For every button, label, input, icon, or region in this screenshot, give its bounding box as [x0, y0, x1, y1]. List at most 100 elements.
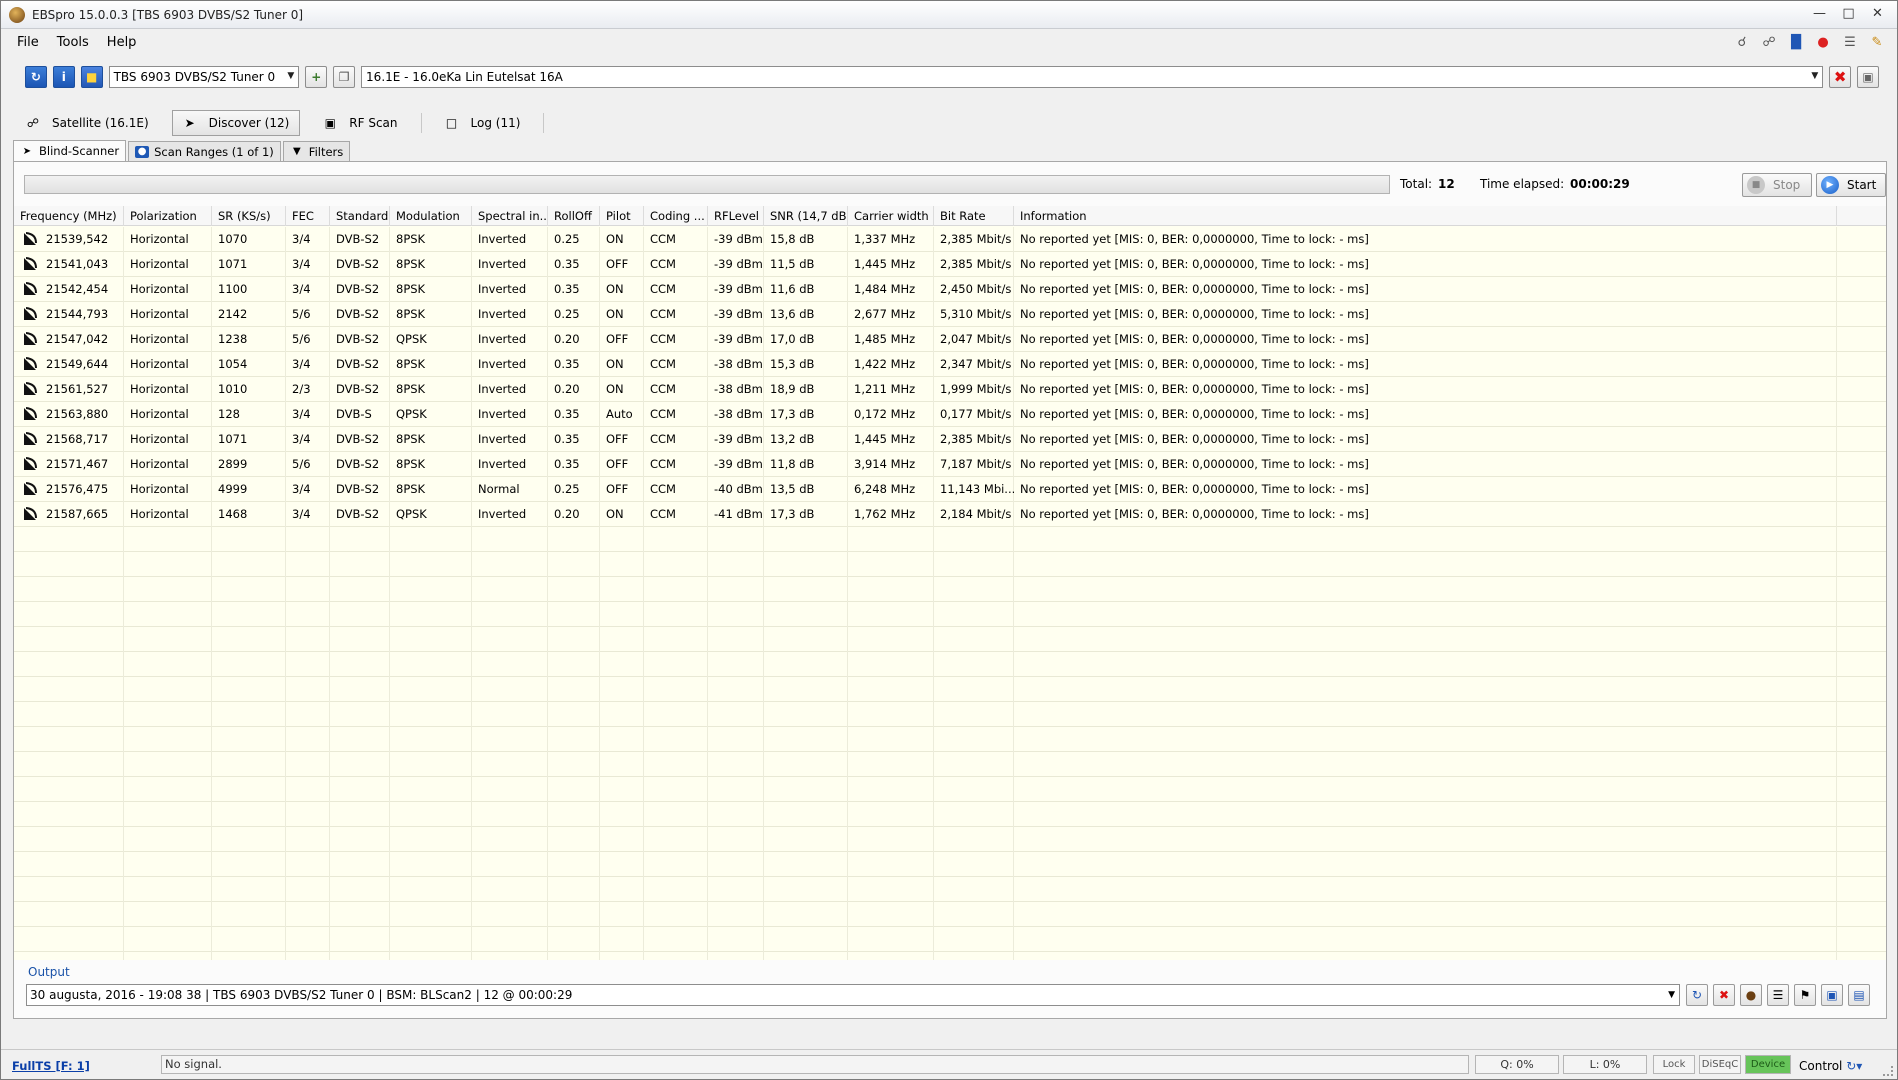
table-cell: ON [606, 382, 624, 396]
document-icon: □ [445, 116, 458, 130]
column-header[interactable]: SR (KS/s) [212, 206, 286, 226]
table-row[interactable]: 21541,043 Horizontal 1071 3/4 DVB-S2 8PSK Inve… [14, 252, 1886, 277]
table-cell: 3,914 MHz [854, 457, 916, 471]
table-cell: Horizontal [130, 307, 189, 321]
table-cell: 2,347 Mbit/s [940, 357, 1012, 371]
tab-blind-scanner[interactable]: ➤ Blind-Scanner [13, 140, 127, 161]
delete-icon[interactable]: ✖ [1713, 984, 1735, 1006]
table-row[interactable]: 21563,880 Horizontal 128 3/4 DVB-S QPSK Invert… [14, 402, 1886, 427]
table-cell: 2899 [218, 457, 248, 471]
table-cell: Horizontal [130, 357, 189, 371]
new-button[interactable]: + [305, 66, 328, 88]
tab-scan-ranges[interactable]: ● Scan Ranges (1 of 1) [128, 141, 281, 161]
info-button[interactable]: i [52, 66, 75, 88]
column-header[interactable]: RFLevel [708, 206, 764, 226]
column-header[interactable]: Frequency (MHz) [14, 206, 124, 226]
satellite-select[interactable]: 16.1E - 16.0eKa Lin Eutelsat 16A ▼ [361, 66, 1824, 88]
chart-icon[interactable]: █ [1786, 33, 1806, 51]
output-select[interactable]: 30 augusta, 2016 - 19:08 38 | TBS 6903 D… [26, 984, 1680, 1006]
column-header[interactable]: Carrier width [848, 206, 934, 226]
table-cell: No reported yet [MIS: 0, BER: 0,0000000,… [1020, 457, 1369, 471]
menu-tools[interactable]: Tools [57, 35, 89, 50]
table-cell: OFF [606, 482, 629, 496]
tab-filters[interactable]: ▼ Filters [282, 141, 351, 161]
table-row[interactable]: 21544,793 Horizontal 2142 5/6 DVB-S2 8PSK Inve… [14, 302, 1886, 327]
table-row[interactable]: 21539,542 Horizontal 1070 3/4 DVB-S2 8PSK Inve… [14, 227, 1886, 252]
table-row[interactable]: 21587,665 Horizontal 1468 3/4 DVB-S2 QPSK Inve… [14, 502, 1886, 527]
table-row[interactable]: 21547,042 Horizontal 1238 5/6 DVB-S2 QPSK Inve… [14, 327, 1886, 352]
table-row[interactable]: 21576,475 Horizontal 4999 3/4 DVB-S2 8PSK Norm… [14, 477, 1886, 502]
satellite-dish-icon: ☍ [26, 116, 40, 130]
column-header[interactable]: RollOff [548, 206, 600, 226]
table-cell: 0.25 [554, 232, 580, 246]
minimize-icon[interactable]: — [1806, 3, 1833, 23]
table-cell: OFF [606, 432, 629, 446]
record-icon[interactable]: ● [1813, 33, 1833, 51]
delete-button[interactable]: ✖ [1829, 66, 1852, 88]
maximize-icon[interactable]: □ [1835, 3, 1862, 23]
column-header[interactable]: Pilot [600, 206, 644, 226]
brush-icon[interactable]: ✎ [1867, 33, 1887, 51]
export-icon[interactable]: ▤ [1848, 984, 1870, 1006]
start-button[interactable]: ▶ Start [1816, 173, 1886, 197]
list-icon[interactable]: ☰ [1767, 984, 1789, 1006]
scan-ranges-icon: ● [135, 145, 150, 158]
refresh-icon[interactable]: ↻ [1686, 984, 1708, 1006]
tab-blind-scanner-label: Blind-Scanner [39, 144, 120, 158]
table-cell: 21568,717 [46, 432, 109, 446]
save-icon[interactable]: ▣ [1821, 984, 1843, 1006]
table-cell: -41 dBm [714, 507, 763, 521]
list-icon[interactable]: ☰ [1840, 33, 1860, 51]
column-header[interactable]: Coding ... [644, 206, 708, 226]
table-cell: 0.25 [554, 482, 580, 496]
table-cell: 1,422 MHz [854, 357, 916, 371]
close-icon[interactable]: ✕ [1864, 3, 1891, 23]
table-row[interactable]: 21568,717 Horizontal 1071 3/4 DVB-S2 8PSK Inve… [14, 427, 1886, 452]
table-cell: 8PSK [396, 457, 426, 471]
satellite-dish-icon [24, 307, 37, 320]
blind-scanner-panel: Total: 12 Time elapsed: 00:00:29 ■ Stop … [13, 161, 1887, 1019]
menu-help[interactable]: Help [107, 35, 137, 50]
table-cell: 5/6 [292, 332, 311, 346]
tab-discover[interactable]: ➤ Discover (12) [171, 110, 301, 136]
lock-button[interactable]: ■ [80, 66, 103, 88]
column-header[interactable]: Information [1014, 206, 1837, 226]
table-cell: 1100 [218, 282, 248, 296]
control-menu[interactable]: Control ↻▾ [1799, 1059, 1862, 1073]
column-header[interactable]: FEC [286, 206, 330, 226]
search-icon[interactable]: ☌ [1732, 33, 1752, 51]
table-cell: 0.20 [554, 332, 580, 346]
resize-grip[interactable] [1883, 1066, 1893, 1076]
column-header[interactable]: Polarization [124, 206, 212, 226]
table-row[interactable]: 21549,644 Horizontal 1054 3/4 DVB-S2 8PSK Inve… [14, 352, 1886, 377]
tab-satellite-label: Satellite (16.1E) [52, 116, 149, 130]
table-row[interactable]: 21542,454 Horizontal 1100 3/4 DVB-S2 8PSK Inve… [14, 277, 1886, 302]
column-header[interactable]: Spectral in... [472, 206, 548, 226]
menu-file[interactable]: File [17, 35, 39, 50]
column-header[interactable]: Modulation [390, 206, 472, 226]
column-header[interactable]: Standard [330, 206, 390, 226]
table-cell: 8PSK [396, 482, 426, 496]
flag-icon[interactable]: ⚑ [1794, 984, 1816, 1006]
column-header[interactable]: SNR (14,7 dB) [764, 206, 848, 226]
table-row[interactable]: 21561,527 Horizontal 1010 2/3 DVB-S2 8PSK Inve… [14, 377, 1886, 402]
satellite-icon[interactable]: ☍ [1759, 33, 1779, 51]
stop-button[interactable]: ■ Stop [1742, 173, 1812, 197]
tuner-select[interactable]: TBS 6903 DVBS/S2 Tuner 0 ▼ [108, 66, 300, 88]
tab-log[interactable]: □ Log (11) [434, 110, 532, 136]
fullts-link[interactable]: FullTS [F: 1] [12, 1059, 90, 1073]
play-icon: ▶ [1821, 176, 1839, 194]
tab-discover-label: Discover (12) [208, 116, 290, 130]
refresh-button[interactable]: ↻ [25, 66, 47, 88]
column-header[interactable]: Bit Rate [934, 206, 1014, 226]
table-cell: -39 dBm [714, 432, 763, 446]
globe-icon[interactable]: ● [1740, 984, 1762, 1006]
tab-satellite[interactable]: ☍ Satellite (16.1E) [15, 110, 160, 136]
save-button[interactable]: ▣ [1857, 66, 1879, 88]
table-row[interactable]: 21571,467 Horizontal 2899 5/6 DVB-S2 8PSK Inve… [14, 452, 1886, 477]
table-cell: 0.35 [554, 357, 580, 371]
table-cell: DVB-S2 [336, 232, 380, 246]
tab-rf-scan[interactable]: ▣ RF Scan [312, 110, 408, 136]
table-cell: 8PSK [396, 232, 426, 246]
copy-button[interactable]: ❐ [333, 66, 356, 88]
